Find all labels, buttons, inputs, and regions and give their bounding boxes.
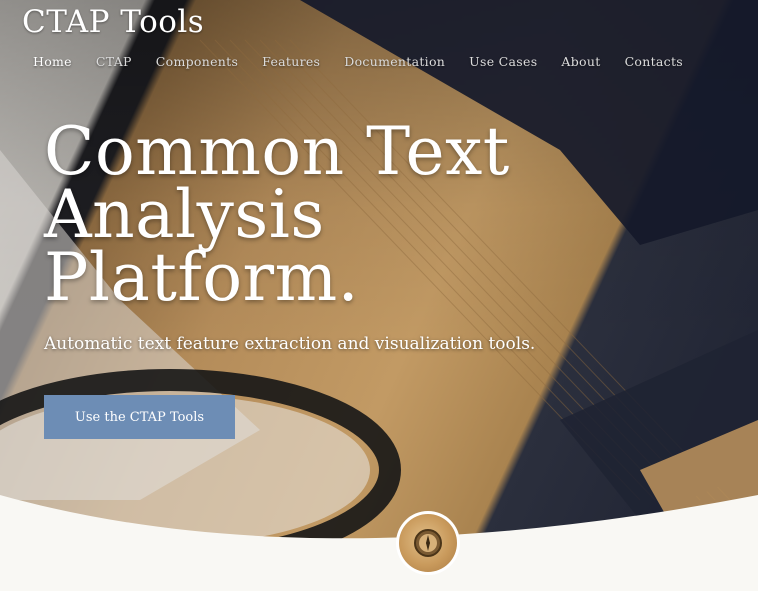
compass-icon [399, 514, 457, 572]
hero-bottom-wave [0, 495, 758, 591]
compass-badge[interactable] [396, 511, 460, 575]
main-navigation: Home CTAP Components Features Documentat… [33, 54, 707, 69]
hero-headline: Common Text Analysis Platform. [44, 119, 564, 311]
nav-item-features[interactable]: Features [262, 54, 320, 69]
use-ctap-tools-button[interactable]: Use the CTAP Tools [44, 395, 235, 439]
site-title[interactable]: CTAP Tools [22, 4, 204, 40]
nav-item-components[interactable]: Components [156, 54, 238, 69]
nav-item-ctap[interactable]: CTAP [96, 54, 132, 69]
headline-line-3: Platform. [44, 239, 360, 316]
nav-item-home[interactable]: Home [33, 54, 72, 69]
nav-item-contacts[interactable]: Contacts [625, 54, 683, 69]
hero-section: CTAP Tools Home CTAP Components Features… [0, 0, 758, 591]
hero-subtitle: Automatic text feature extraction and vi… [44, 334, 536, 354]
nav-item-use-cases[interactable]: Use Cases [469, 54, 537, 69]
nav-item-documentation[interactable]: Documentation [344, 54, 445, 69]
nav-item-about[interactable]: About [561, 54, 600, 69]
